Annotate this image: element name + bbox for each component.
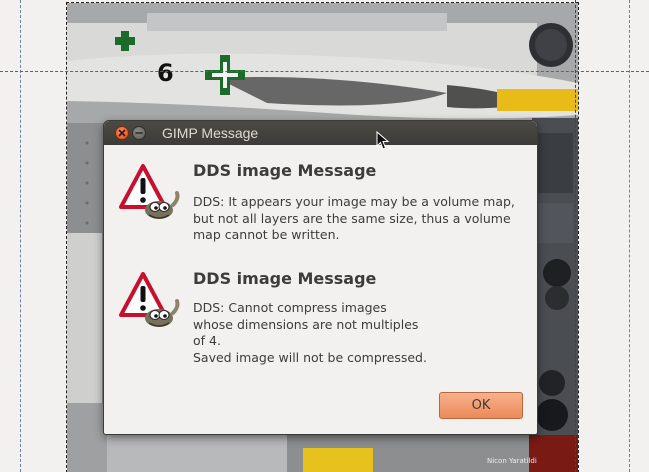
message-heading-2: DDS image Message bbox=[193, 269, 377, 288]
close-icon bbox=[118, 129, 126, 137]
texture-corner-label: Nicon Yaratildi bbox=[487, 457, 537, 465]
gimp-warning-icon bbox=[119, 164, 180, 219]
horizontal-guide bbox=[0, 71, 649, 72]
mouse-pointer-icon bbox=[376, 131, 390, 150]
aircraft-number: 6 bbox=[157, 59, 174, 87]
gimp-warning-icon bbox=[119, 272, 180, 327]
gimp-message-dialog: GIMP Message DDS image Message DDS: It a… bbox=[104, 121, 537, 434]
message-body-1: DDS: It appears your image may be a volu… bbox=[193, 194, 515, 242]
message-body-2: DDS: Cannot compress images whose dimens… bbox=[193, 300, 427, 365]
message-heading-1: DDS image Message bbox=[193, 161, 377, 180]
dialog-titlebar[interactable]: GIMP Message bbox=[104, 121, 537, 145]
minimize-icon bbox=[135, 132, 143, 134]
close-button[interactable] bbox=[115, 126, 129, 140]
minimize-button[interactable] bbox=[132, 126, 146, 140]
ok-button[interactable]: OK bbox=[439, 392, 523, 419]
dialog-title: GIMP Message bbox=[162, 125, 259, 141]
